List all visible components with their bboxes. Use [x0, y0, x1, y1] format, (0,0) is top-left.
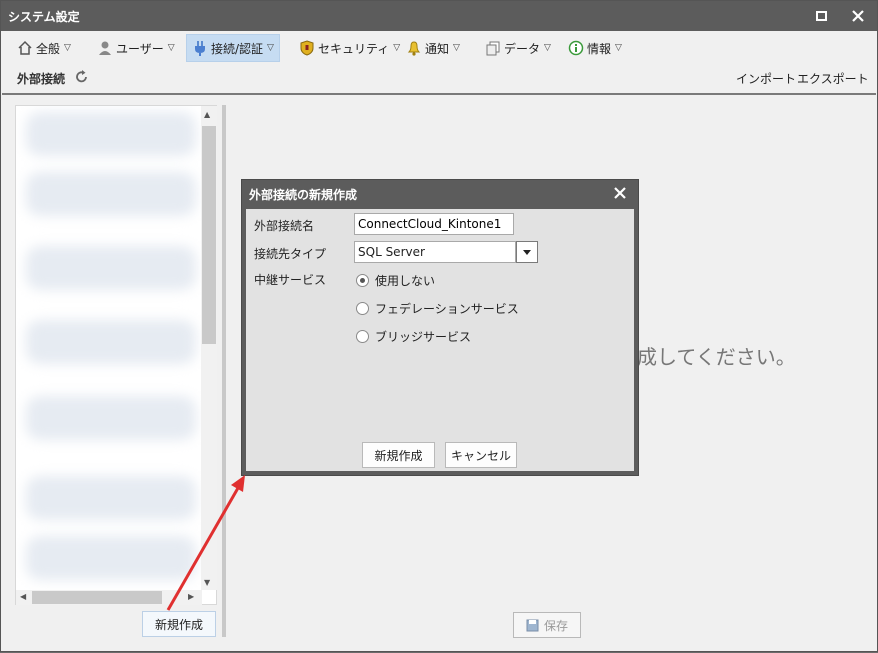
menu-users-label: ユーザー	[116, 41, 164, 56]
plug-icon	[195, 41, 205, 56]
sub-toolbar: 外部接続 インポート エクスポート	[2, 65, 876, 92]
relay-option-none-label: 使用しない	[375, 274, 436, 288]
scroll-left-icon[interactable]: ◀	[20, 592, 26, 601]
panel-splitter[interactable]	[222, 105, 226, 637]
home-icon	[18, 40, 32, 55]
relay-option-none[interactable]: 使用しない	[356, 272, 435, 289]
save-button[interactable]: 保存	[513, 612, 581, 638]
list-item[interactable]	[26, 112, 196, 156]
menu-info[interactable]: 情報 ▽	[563, 34, 627, 62]
menu-connection-auth[interactable]: 接続/認証 ▽	[186, 34, 280, 62]
shield-icon	[300, 40, 314, 56]
scroll-thumb[interactable]	[202, 126, 216, 344]
scroll-up-icon[interactable]: ▲	[204, 110, 210, 119]
close-icon	[852, 10, 864, 22]
scroll-thumb-horizontal[interactable]	[32, 591, 162, 604]
list-item[interactable]	[26, 536, 196, 580]
menu-data-label: データ	[504, 41, 541, 56]
info-icon	[568, 40, 584, 56]
list-item[interactable]	[26, 476, 196, 520]
menu-bar: 全般 ▽ ユーザー ▽ 接続/認証 ▽ セキュリティ ▽ 通知 ▽ データ ▽ 情報 ▽	[2, 31, 876, 65]
new-connection-dialog: 外部接続の新規作成 外部接続名 接続先タイプ SQL Server 中継サービス…	[241, 179, 639, 476]
menu-security[interactable]: セキュリティ ▽	[294, 34, 405, 62]
save-button-label: 保存	[543, 618, 568, 633]
menu-users[interactable]: ユーザー ▽	[92, 34, 180, 62]
new-connection-button[interactable]: 新規作成	[142, 611, 216, 637]
menu-connection-auth-label: 接続/認証	[211, 41, 264, 56]
dialog-title: 外部接続の新規作成	[249, 188, 358, 202]
relay-option-federation[interactable]: フェデレーションサービス	[356, 300, 519, 317]
relay-option-federation-label: フェデレーションサービス	[375, 302, 519, 316]
connection-name-label: 外部接続名	[254, 219, 315, 233]
empty-state-message: 成してください。	[637, 345, 796, 369]
list-item[interactable]	[26, 246, 196, 290]
maximize-icon	[816, 11, 827, 21]
menu-security-label: セキュリティ	[318, 41, 390, 56]
close-window-button[interactable]	[847, 5, 869, 27]
title-bar: システム設定	[1, 1, 877, 31]
menu-notification-label: 通知	[425, 41, 450, 56]
menu-data[interactable]: データ ▽	[480, 34, 556, 62]
connection-list-panel: ▲ ▼ ◀ ▶	[15, 105, 217, 605]
vertical-scrollbar[interactable]: ▲ ▼	[201, 106, 217, 590]
menu-general-label: 全般	[36, 41, 61, 56]
relay-option-bridge-label: ブリッジサービス	[375, 330, 472, 344]
dialog-body: 外部接続名 接続先タイプ SQL Server 中継サービス 使用しない フェデ…	[246, 209, 634, 471]
annotation-arrow-head	[231, 475, 245, 492]
export-link[interactable]: エクスポート	[797, 70, 869, 87]
radio-selected-icon[interactable]	[356, 274, 369, 287]
data-icon	[486, 41, 500, 56]
import-link[interactable]: インポート	[736, 70, 796, 87]
scroll-down-icon[interactable]: ▼	[204, 578, 210, 587]
horizontal-scrollbar[interactable]: ◀ ▶	[16, 590, 202, 605]
refresh-icon[interactable]	[75, 70, 89, 84]
menu-notification[interactable]: 通知 ▽	[401, 34, 465, 62]
bell-icon	[407, 41, 421, 56]
dialog-cancel-button[interactable]: キャンセル	[445, 442, 517, 468]
relay-option-bridge[interactable]: ブリッジサービス	[356, 328, 471, 345]
section-title: 外部接続	[17, 72, 66, 86]
list-item[interactable]	[26, 172, 196, 216]
connection-type-label: 接続先タイプ	[254, 247, 327, 261]
scroll-right-icon[interactable]: ▶	[188, 592, 194, 601]
dialog-create-button[interactable]: 新規作成	[362, 442, 435, 468]
toolbar-divider	[2, 93, 876, 95]
user-icon	[99, 41, 111, 55]
list-item[interactable]	[26, 320, 196, 364]
system-settings-window: システム設定 全般 ▽ ユーザー ▽ 接続/認証 ▽ セキュリティ ▽ 通知 ▽ デー	[0, 0, 878, 652]
connection-name-input[interactable]	[354, 213, 514, 235]
list-item[interactable]	[26, 396, 196, 440]
menu-general[interactable]: 全般 ▽	[12, 34, 76, 62]
maximize-button[interactable]	[810, 5, 832, 27]
connection-type-dropdown-button[interactable]	[516, 241, 538, 263]
window-title: システム設定	[8, 10, 80, 24]
dialog-close-icon[interactable]	[614, 187, 626, 199]
menu-info-label: 情報	[587, 41, 612, 56]
radio-icon[interactable]	[356, 302, 369, 315]
chevron-down-icon	[523, 250, 531, 255]
connection-list[interactable]	[16, 106, 202, 590]
relay-service-label: 中継サービス	[254, 273, 327, 287]
connection-type-select[interactable]: SQL Server	[354, 241, 516, 263]
radio-icon[interactable]	[356, 330, 369, 343]
save-icon	[526, 619, 539, 631]
